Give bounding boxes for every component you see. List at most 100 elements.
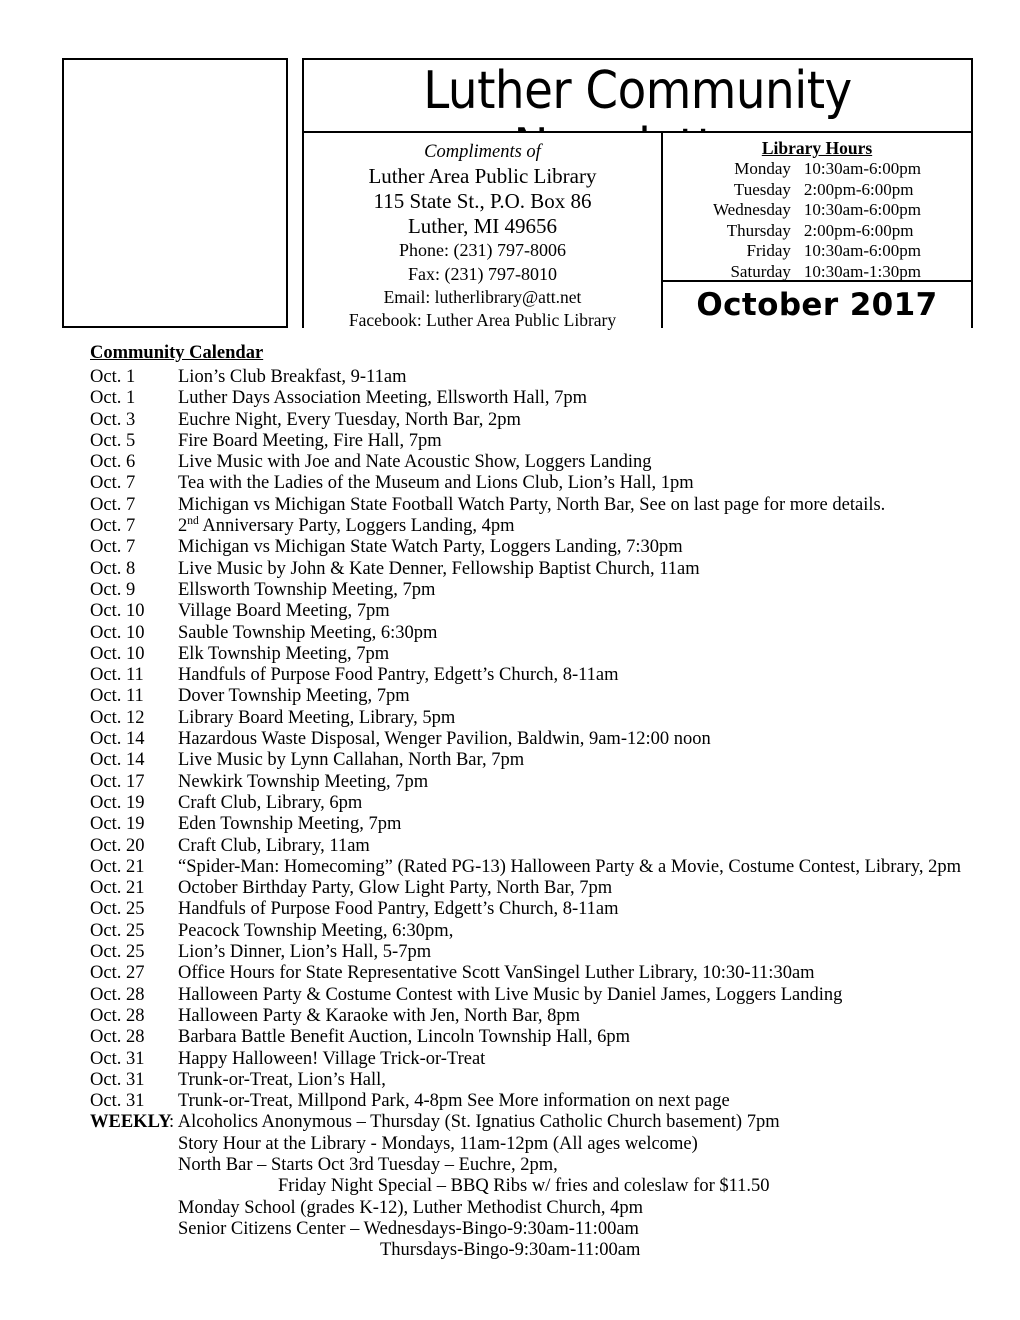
event-date: Oct. 12 <box>90 707 145 728</box>
event-row: Oct. 31 Trunk-or-Treat, Millpond Park, 4-… <box>0 1091 1020 1112</box>
event-row: Oct. 27 Office Hours for State Representa… <box>0 963 1020 984</box>
event-description: Michigan vs Michigan State Football Watc… <box>178 494 886 515</box>
event-description: Elk Township Meeting, 7pm <box>178 643 390 664</box>
event-date: Oct. 27 <box>90 963 145 984</box>
library-hours-row: Saturday 10:30am-1:30pm <box>713 262 921 283</box>
event-description: Happy Halloween! Village Trick-or-Treat <box>178 1048 486 1069</box>
event-description: Sauble Township Meeting, 6:30pm <box>178 622 438 643</box>
event-date: Oct. 17 <box>90 771 145 792</box>
library-hours-time: 2:00pm-6:00pm <box>803 179 914 199</box>
library-hours-day: Thursday <box>726 220 791 240</box>
event-row: Oct. 3 Euchre Night, Every Tuesday, North… <box>0 410 1020 431</box>
library-address: 115 State St., P.O. Box 86 <box>373 189 592 213</box>
event-description: Library Board Meeting, Library, 5pm <box>178 707 456 728</box>
weekly-row: Story Hour at the Library - Mondays, 11a… <box>0 1134 1020 1155</box>
event-row: Oct. 12 Library Board Meeting, Library, 5… <box>0 708 1020 729</box>
event-row: Oct. 9 Ellsworth Township Meeting, 7pm <box>0 580 1020 601</box>
library-fax: Fax: (231) 797-8010 <box>408 263 557 284</box>
event-description: Handfuls of Purpose Food Pantry, Edgett’… <box>178 665 619 686</box>
weekly-row: Monday School (grades K-12), Luther Meth… <box>0 1198 1020 1219</box>
community-calendar-heading: Community Calendar <box>90 343 264 363</box>
event-description: Hazardous Waste Disposal, Wenger Pavilio… <box>178 729 711 750</box>
event-description: “Spider-Man: Homecoming” (Rated PG-13) H… <box>178 856 961 877</box>
weekly-row: North Bar – Starts Oct 3rd Tuesday – Euc… <box>0 1155 1020 1176</box>
library-hours-row: Friday 10:30am-6:00pm <box>713 241 922 262</box>
event-row: Oct. 31 Happy Halloween! Village Trick-or… <box>0 1049 1020 1070</box>
event-date: Oct. 1 <box>90 388 136 409</box>
event-description: Fire Board Meeting, Fire Hall, 7pm <box>178 430 442 451</box>
library-hours-day: Saturday <box>730 261 791 281</box>
event-description: Barbara Battle Benefit Auction, Lincoln … <box>178 1027 631 1048</box>
event-date: Oct. 20 <box>90 835 145 856</box>
event-description: Tea with the Ladies of the Museum and Li… <box>178 473 694 494</box>
event-row: Oct. 25 Handfuls of Purpose Food Pantry, … <box>0 899 1020 920</box>
event-description: Craft Club, Library, 11am <box>178 835 370 856</box>
library-phone: Phone: (231) 797-8006 <box>399 240 566 260</box>
event-description: Ellsworth Township Meeting, 7pm <box>178 579 436 600</box>
event-description: Luther Days Association Meeting, Ellswor… <box>178 388 587 409</box>
event-date: Oct. 7 <box>90 537 136 558</box>
event-row: Oct. 6 Live Music with Joe and Nate Acous… <box>0 452 1020 473</box>
library-city-state-zip: Luther, MI 49656 <box>407 214 558 238</box>
library-hours-day: Friday <box>746 241 791 260</box>
event-description: Michigan vs Michigan State Watch Party, … <box>178 537 683 558</box>
weekly-first-line: : Alcoholics Anonymous – Thursday (St. I… <box>169 1112 780 1133</box>
library-facebook: Facebook: Luther Area Public Library <box>348 310 617 330</box>
event-row: Oct. 21 October Birthday Party, Glow Ligh… <box>0 878 1020 899</box>
event-description: October Birthday Party, Glow Light Party… <box>178 878 613 899</box>
event-row: Oct. 25 Lion’s Dinner, Lion’s Hall, 5-7pm <box>0 942 1020 963</box>
event-date: Oct. 31 <box>90 1048 145 1069</box>
event-description: Newkirk Township Meeting, 7pm <box>178 771 429 792</box>
event-row: Oct. 5 Fire Board Meeting, Fire Hall, 7pm <box>0 431 1020 452</box>
event-date: Oct. 19 <box>90 792 145 813</box>
event-date: Oct. 19 <box>90 814 145 835</box>
event-date: Oct. 21 <box>90 878 145 899</box>
event-date: Oct. 21 <box>90 856 145 877</box>
event-description: Office Hours for State Representative Sc… <box>178 963 815 984</box>
event-row: Oct. 10 Village Board Meeting, 7pm <box>0 601 1020 622</box>
event-row: Oct. 8 Live Music by John & Kate Denner, … <box>0 559 1020 580</box>
header-info-table: Luther Community Newsletter Compliments … <box>302 58 973 330</box>
event-row: Oct. 7 Michigan vs Michigan State Footbal… <box>0 495 1020 516</box>
event-date: Oct. 7 <box>90 516 136 537</box>
event-date: Oct. 14 <box>90 750 145 771</box>
library-hours-day: Tuesday <box>733 179 791 199</box>
weekly-row: Friday Night Special – BBQ Ribs w/ fries… <box>0 1176 1020 1197</box>
event-row: Oct. 10 Elk Township Meeting, 7pm <box>0 644 1020 665</box>
event-row: Oct. 28 Halloween Party & Costume Contest… <box>0 985 1020 1006</box>
library-hours-row: Monday 10:30am-6:00pm <box>713 159 921 180</box>
library-hours-row: Thursday 2:00pm-6:00pm <box>713 221 921 242</box>
event-row: Oct. 11 Handfuls of Purpose Food Pantry, … <box>0 665 1020 686</box>
event-description: Live Music by John & Kate Denner, Fellow… <box>178 558 700 579</box>
event-row: Oct. 31 Trunk-or-Treat, Lion’s Hall, <box>0 1070 1020 1091</box>
event-date: Oct. 7 <box>90 473 136 494</box>
event-row: Oct. 19 Craft Club, Library, 6pm <box>0 793 1020 814</box>
masthead: Luther Community Newsletter Compliments … <box>0 0 1020 340</box>
month-banner-text: October 2017 <box>696 287 938 323</box>
weekly-item: Senior Citizens Center – Wednesdays-Bing… <box>178 1218 639 1239</box>
month-banner-cell: October 2017 <box>663 282 971 328</box>
event-description: 2nd Anniversary Party, Loggers Landing, … <box>178 514 515 537</box>
compliments-line: Compliments of <box>424 142 541 162</box>
event-row: Oct. 21 “Spider-Man: Homecoming” (Rated P… <box>0 857 1020 878</box>
weekly-item: Story Hour at the Library - Mondays, 11a… <box>178 1133 698 1154</box>
event-date: Oct. 25 <box>90 920 145 941</box>
logo-placeholder-box <box>62 58 288 328</box>
event-date: Oct. 10 <box>90 622 145 643</box>
event-date: Oct. 31 <box>90 1069 145 1090</box>
event-list: Oct. 1 Lion’s Club Breakfast, 9-11am Oct. … <box>0 367 1020 1261</box>
event-row: Oct. 7 2nd Anniversary Party, Loggers Lan… <box>0 514 1020 537</box>
event-description: Peacock Township Meeting, 6:30pm, <box>178 920 454 941</box>
event-date: Oct. 7 <box>90 494 136 515</box>
event-date: Oct. 25 <box>90 899 145 920</box>
event-row: Oct. 7 Michigan vs Michigan State Watch P… <box>0 537 1020 558</box>
event-date: Oct. 28 <box>90 1005 145 1026</box>
event-description: Halloween Party & Karaoke with Jen, Nort… <box>178 1005 581 1026</box>
library-name: Luther Area Public Library <box>368 164 597 188</box>
weekly-label: WEEKLY <box>90 1112 172 1133</box>
event-date: Oct. 11 <box>90 665 144 686</box>
event-date: Oct. 5 <box>90 430 136 451</box>
event-row: Oct. 19 Eden Township Meeting, 7pm <box>0 814 1020 835</box>
event-description: Craft Club, Library, 6pm <box>178 792 363 813</box>
library-hours-table: Monday 10:30am-6:00pm Tuesday 2:00pm-6:00pm… <box>713 159 921 282</box>
